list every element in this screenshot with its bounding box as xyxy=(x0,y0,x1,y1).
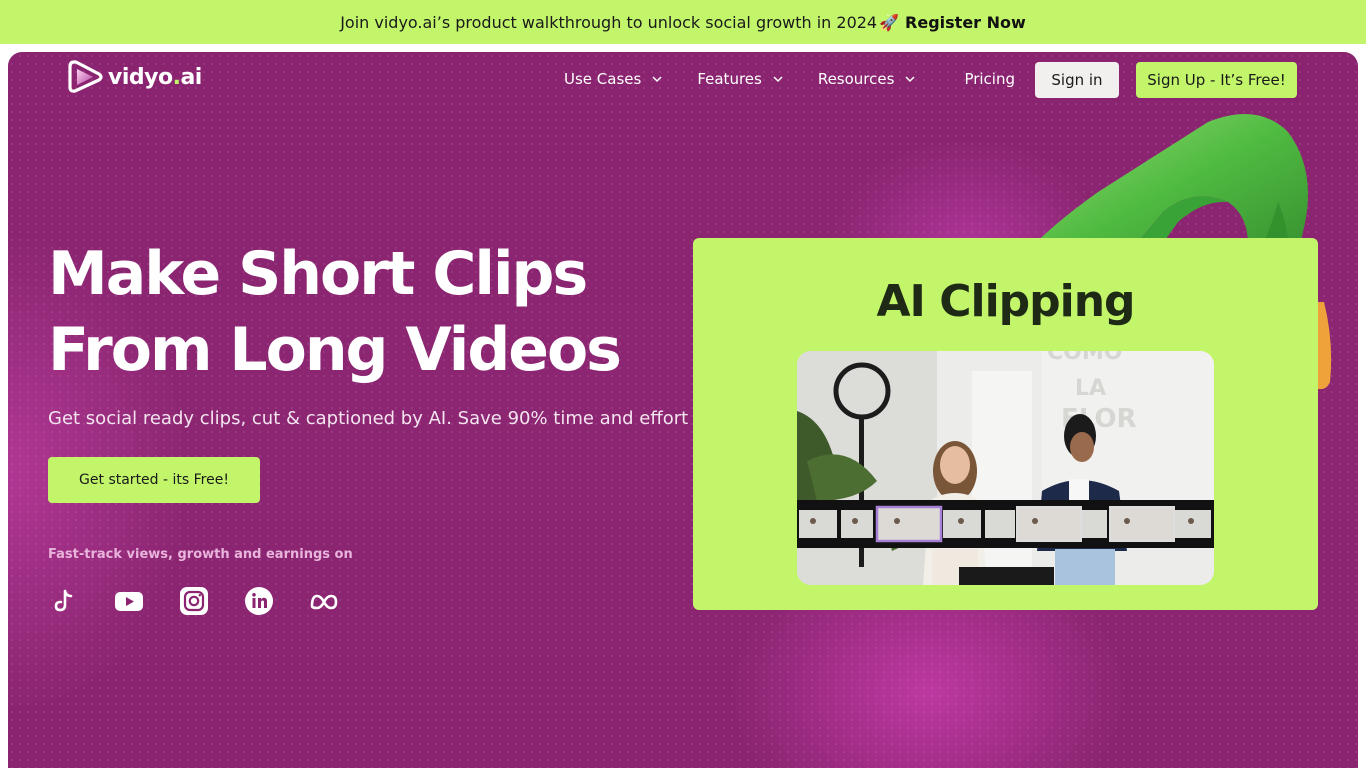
headline-line-2: From Long Videos xyxy=(48,315,622,385)
sign-up-button[interactable]: Sign Up - It’s Free! xyxy=(1136,62,1297,98)
demo-video-preview[interactable]: COMO LA FLOR xyxy=(797,351,1214,585)
banner-text: Join vidyo.ai’s product walkthrough to u… xyxy=(340,12,878,32)
get-started-button[interactable]: Get started - its Free! xyxy=(48,457,260,503)
tiktok-icon[interactable] xyxy=(48,585,80,617)
nav-item-use-cases[interactable]: Use Cases xyxy=(564,70,663,88)
nav-item-label: Features xyxy=(697,70,762,88)
ai-clipping-card: AI Clipping COMO LA FLOR xyxy=(693,238,1318,610)
chevron-down-icon xyxy=(652,76,662,83)
hero-headline: Make Short Clips From Long Videos xyxy=(48,236,622,388)
register-now-link[interactable]: Register Now xyxy=(905,13,1026,32)
nav-item-label: Pricing xyxy=(964,70,1015,88)
chevron-down-icon xyxy=(773,76,783,83)
nav-item-label: Use Cases xyxy=(564,70,642,88)
chevron-down-icon xyxy=(905,76,915,83)
headline-line-1: Make Short Clips xyxy=(48,239,588,309)
video-scene-icon: COMO LA FLOR xyxy=(797,351,1214,585)
logo-text-main: vidyo xyxy=(108,64,173,90)
feature-card-title: AI Clipping xyxy=(876,276,1135,327)
hero-subheadline: Get social ready clips, cut & captioned … xyxy=(48,408,689,429)
wall-letters-2: LA xyxy=(1075,376,1106,401)
nav-item-resources[interactable]: Resources xyxy=(818,70,917,88)
nav-item-features[interactable]: Features xyxy=(697,70,784,88)
meta-icon[interactable] xyxy=(308,585,340,617)
fasttrack-label: Fast-track views, growth and earnings on xyxy=(48,547,353,562)
youtube-icon[interactable] xyxy=(113,585,145,617)
sign-in-button[interactable]: Sign in xyxy=(1035,62,1119,98)
vidyo-logo[interactable]: vidyo.ai xyxy=(68,59,202,95)
nav-item-pricing[interactable]: Pricing xyxy=(964,70,1015,88)
rocket-icon: 🚀 xyxy=(879,12,900,32)
announcement-banner: Join vidyo.ai’s product walkthrough to u… xyxy=(0,0,1366,44)
social-platforms xyxy=(48,585,340,617)
hero-section: vidyo.ai Use Cases Features Resources Pr… xyxy=(8,52,1358,768)
nav-links: Use Cases Features Resources Pricing xyxy=(564,70,1015,88)
logo-wordmark: vidyo.ai xyxy=(108,65,202,90)
play-logo-icon xyxy=(68,60,103,93)
logo-text-ai: ai xyxy=(180,64,202,90)
instagram-icon[interactable] xyxy=(178,585,210,617)
wall-letters-1: COMO xyxy=(1047,351,1122,365)
linkedin-icon[interactable] xyxy=(243,585,275,617)
top-navigation: vidyo.ai Use Cases Features Resources Pr… xyxy=(8,52,1358,108)
nav-item-label: Resources xyxy=(817,70,895,88)
